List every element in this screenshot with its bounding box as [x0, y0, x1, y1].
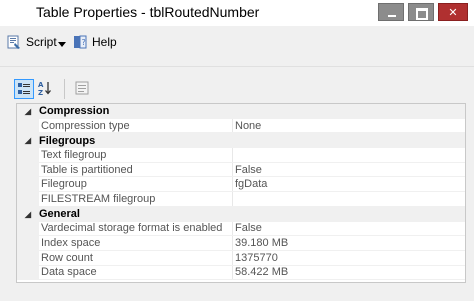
category-label: Compression — [39, 105, 110, 118]
category-row-general[interactable]: ◢ General — [17, 206, 465, 222]
property-row[interactable]: FILESTREAM filegroup — [17, 192, 465, 207]
maximize-icon — [416, 8, 428, 20]
category-label: Filegroups — [39, 134, 96, 147]
property-value: 58.422 MB — [235, 266, 289, 279]
property-name: Row count — [39, 250, 233, 265]
property-grid: ◢ Compression Compression type None ◢ Fi… — [16, 103, 466, 283]
title-bar: Table Properties - tblRoutedNumber ✕ — [0, 0, 474, 26]
collapse-icon[interactable]: ◢ — [17, 107, 39, 116]
property-pages-button[interactable] — [73, 79, 93, 99]
property-name: Compression type — [39, 118, 233, 133]
script-label: Script — [26, 35, 57, 49]
close-icon: ✕ — [448, 5, 458, 19]
property-value: 1375770 — [235, 251, 278, 264]
maximize-button[interactable] — [408, 3, 434, 21]
script-icon — [6, 34, 22, 50]
property-value: fgData — [235, 178, 268, 191]
property-value: None — [235, 119, 262, 132]
property-name: Text filegroup — [39, 148, 233, 162]
category-row-compression[interactable]: ◢ Compression — [17, 104, 465, 119]
property-name: Vardecimal storage format is enabled — [39, 221, 233, 236]
property-row[interactable]: Compression type None — [17, 118, 465, 134]
category-label: General — [39, 208, 80, 221]
svg-text:Z: Z — [38, 89, 43, 97]
property-row[interactable]: Filegroup fgData — [17, 177, 465, 193]
toolbar-separator — [64, 79, 65, 99]
window-controls: ✕ — [378, 3, 468, 21]
property-row[interactable]: Table is partitioned False — [17, 162, 465, 178]
property-grid-toolbar: A Z — [14, 79, 93, 101]
categorized-icon — [18, 83, 30, 94]
property-name: Index space — [39, 236, 233, 250]
toolbar: Script ? Help — [0, 32, 474, 56]
property-name: FILESTREAM filegroup — [39, 192, 233, 206]
property-row[interactable]: Index space 39.180 MB — [17, 236, 465, 251]
property-row[interactable]: Vardecimal storage format is enabled Fal… — [17, 221, 465, 237]
toolbar-divider — [0, 66, 474, 67]
property-row[interactable]: Data space 58.422 MB — [17, 265, 465, 281]
script-button[interactable]: Script — [6, 34, 57, 50]
svg-text:?: ? — [82, 38, 86, 47]
property-row[interactable]: Text filegroup — [17, 148, 465, 163]
categorized-view-button[interactable] — [14, 79, 34, 99]
property-row[interactable]: Row count 1375770 — [17, 250, 465, 266]
property-name: Filegroup — [39, 177, 233, 192]
svg-text:A: A — [38, 81, 44, 89]
category-row-filegroups[interactable]: ◢ Filegroups — [17, 133, 465, 149]
help-book-icon: ? — [72, 34, 88, 50]
minimize-icon — [388, 15, 396, 17]
property-value: False — [235, 222, 262, 235]
property-name: Data space — [39, 265, 233, 280]
alphabetical-view-button[interactable]: A Z — [36, 79, 56, 99]
script-dropdown-arrow-icon[interactable] — [58, 42, 66, 47]
property-value: False — [235, 163, 262, 176]
property-name: Table is partitioned — [39, 162, 233, 177]
window-title: Table Properties - tblRoutedNumber — [36, 4, 260, 20]
property-value: 39.180 MB — [235, 237, 289, 250]
collapse-icon[interactable]: ◢ — [17, 136, 39, 145]
property-pages-icon — [75, 81, 89, 95]
help-label: Help — [92, 35, 117, 49]
minimize-button[interactable] — [378, 3, 404, 21]
help-button[interactable]: ? Help — [72, 34, 117, 50]
collapse-icon[interactable]: ◢ — [17, 210, 39, 219]
close-button[interactable]: ✕ — [438, 3, 468, 21]
sort-alphabetical-icon: A Z — [38, 81, 51, 97]
